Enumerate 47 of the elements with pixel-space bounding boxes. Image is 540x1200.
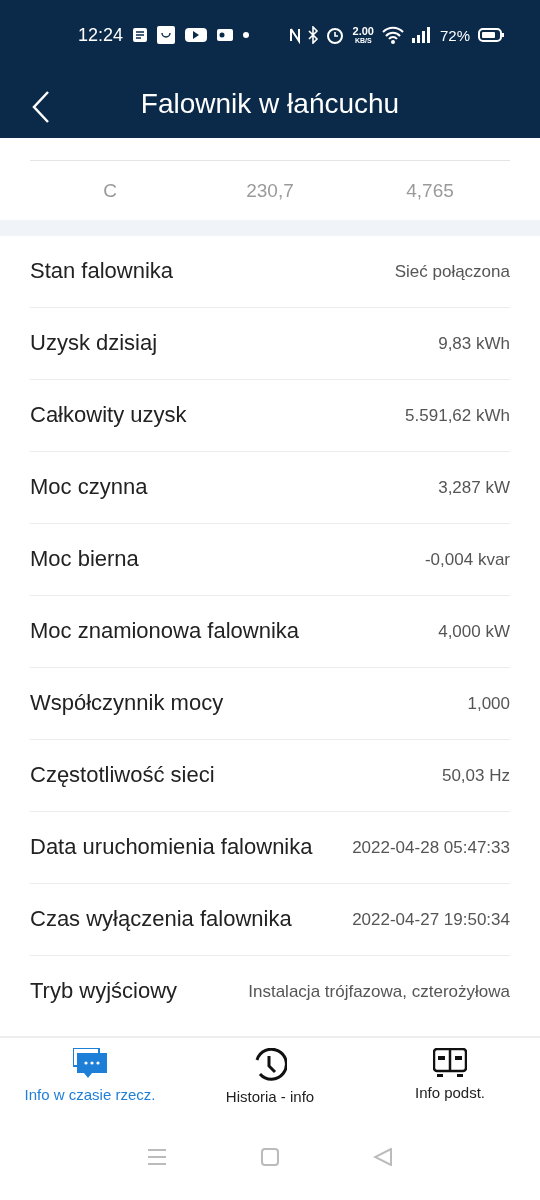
- nav-tab[interactable]: Historia - info: [180, 1038, 360, 1128]
- field-value: 5.591,62 kWh: [405, 405, 510, 426]
- field-value: 2022-04-27 19:50:34: [352, 909, 510, 930]
- field-value: 1,000: [467, 693, 510, 714]
- shopping-bag-icon: [157, 26, 176, 44]
- nav-tab[interactable]: Info podst.: [360, 1038, 540, 1128]
- wifi-icon: [381, 26, 404, 44]
- field-value: 4,000 kW: [438, 621, 510, 642]
- field-label: Stan falownika: [30, 258, 174, 285]
- field-label: Tryb wyjściowy: [30, 978, 178, 1005]
- device-icon: [433, 1048, 467, 1078]
- speed-value: 2.00: [352, 26, 374, 37]
- field-label: Moc czynna: [30, 474, 148, 501]
- field-label: Czas wyłączenia falownika: [30, 906, 292, 933]
- field-value: 50,03 Hz: [441, 765, 510, 786]
- field-value: 3,287 kW: [438, 477, 510, 498]
- field-label: Data uruchomienia falownika: [30, 834, 313, 861]
- field-label: Współczynnik mocy: [30, 690, 224, 717]
- field-value: Sieć połączona: [394, 261, 510, 282]
- field-value: -0,004 kvar: [424, 549, 510, 570]
- table-cell-text: C: [102, 179, 118, 202]
- nav-tab[interactable]: Info w czasie rzecz.: [0, 1038, 180, 1128]
- field-value: Instalacja trójfazowa, czterożyłowa: [248, 981, 510, 1002]
- recent-apps-icon[interactable]: [146, 1148, 167, 1166]
- system-icons: [288, 26, 345, 44]
- dot-icon: [243, 32, 250, 38]
- play-icon: [185, 28, 208, 42]
- field-label: Uzysk dzisiaj: [30, 330, 158, 357]
- home-icon[interactable]: [260, 1148, 280, 1166]
- field-label: Częstotliwość sieci: [30, 762, 215, 789]
- field-label: Moc bierna: [30, 546, 139, 573]
- screen-title: Falownik w łańcuchu: [140, 88, 400, 120]
- message-icon: [133, 28, 148, 42]
- signal-icon: [411, 27, 432, 43]
- card-icon: [217, 29, 234, 41]
- clock-icon: [253, 1048, 287, 1082]
- status-time: 12:24: [78, 24, 124, 46]
- field-value: 9,83 kWh: [438, 333, 510, 354]
- chat-icon: [73, 1048, 107, 1080]
- battery-percent: 72%: [439, 26, 470, 44]
- table-cell-text: 4,765: [405, 179, 455, 202]
- field-label: Moc znamionowa falownika: [30, 618, 300, 645]
- field-label: Całkowity uzysk: [30, 402, 187, 429]
- table-cell-text: 230,7: [245, 179, 295, 202]
- back-nav-icon[interactable]: [373, 1148, 394, 1166]
- battery-icon: [478, 28, 504, 42]
- field-value: 2022-04-28 05:47:33: [352, 837, 510, 858]
